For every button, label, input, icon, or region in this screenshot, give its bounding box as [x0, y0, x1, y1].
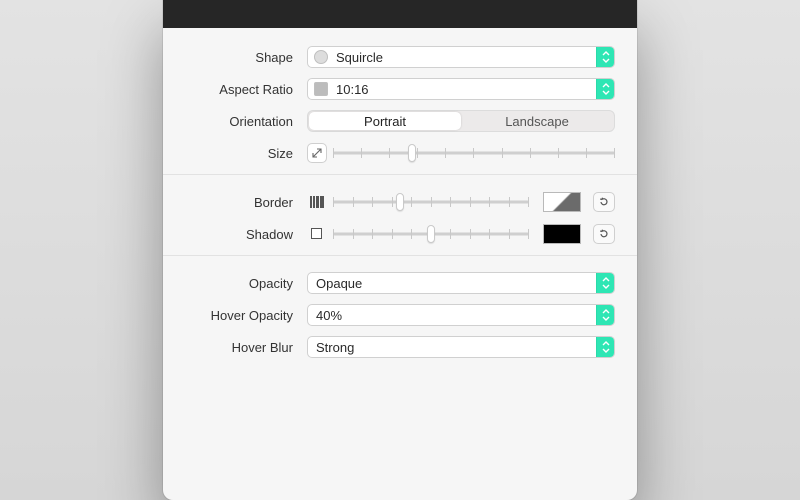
shadow-thumb[interactable]	[427, 225, 435, 243]
opacity-value: Opaque	[308, 276, 596, 291]
row-size: Size	[185, 142, 615, 164]
shadow-reset-button[interactable]	[593, 224, 615, 244]
titlebar[interactable]	[163, 0, 637, 28]
slider-ticks	[333, 148, 615, 158]
hover-opacity-stepper-icon[interactable]	[596, 304, 614, 326]
opacity-stepper-icon[interactable]	[596, 272, 614, 294]
shadow-slider[interactable]	[333, 223, 529, 245]
border-thumb[interactable]	[396, 193, 404, 211]
row-opacity: Opacity Opaque	[185, 272, 615, 294]
opacity-label: Opacity	[185, 276, 307, 291]
orientation-landscape[interactable]: Landscape	[461, 112, 613, 130]
hover-blur-value: Strong	[308, 340, 596, 355]
orientation-portrait[interactable]: Portrait	[309, 112, 461, 130]
shadow-icon[interactable]	[307, 224, 327, 244]
hover-blur-select[interactable]: Strong	[307, 336, 615, 358]
size-expand-icon[interactable]	[307, 143, 327, 163]
row-shadow: Shadow	[185, 223, 615, 245]
row-hover-opacity: Hover Opacity 40%	[185, 304, 615, 326]
size-label: Size	[185, 146, 307, 161]
row-border: Border	[185, 191, 615, 213]
shape-select[interactable]: Squircle	[307, 46, 615, 68]
border-label: Border	[185, 195, 307, 210]
size-thumb[interactable]	[408, 144, 416, 162]
shape-stepper-icon[interactable]	[596, 46, 614, 68]
settings-window: Shape Squircle Aspect Ratio 10:16	[163, 0, 637, 500]
row-hover-blur: Hover Blur Strong	[185, 336, 615, 358]
border-color-well[interactable]	[543, 192, 581, 212]
aspect-label: Aspect Ratio	[185, 82, 307, 97]
shape-swatch-icon	[314, 50, 328, 64]
aspect-stepper-icon[interactable]	[596, 78, 614, 100]
aspect-swatch-icon	[314, 82, 328, 96]
border-thickness-icon[interactable]	[307, 192, 327, 212]
hover-blur-stepper-icon[interactable]	[596, 336, 614, 358]
shape-value: Squircle	[334, 50, 596, 65]
shape-label: Shape	[185, 50, 307, 65]
aspect-value: 10:16	[334, 82, 596, 97]
opacity-select[interactable]: Opaque	[307, 272, 615, 294]
hover-opacity-label: Hover Opacity	[185, 308, 307, 323]
orientation-segmented: Portrait Landscape	[307, 110, 615, 132]
shadow-color-well[interactable]	[543, 224, 581, 244]
row-aspect: Aspect Ratio 10:16	[185, 78, 615, 100]
row-shape: Shape Squircle	[185, 46, 615, 68]
orientation-label: Orientation	[185, 114, 307, 129]
divider-2	[163, 255, 637, 256]
hover-opacity-select[interactable]: 40%	[307, 304, 615, 326]
border-slider[interactable]	[333, 191, 529, 213]
row-orientation: Orientation Portrait Landscape	[185, 110, 615, 132]
border-reset-button[interactable]	[593, 192, 615, 212]
aspect-select[interactable]: 10:16	[307, 78, 615, 100]
hover-opacity-value: 40%	[308, 308, 596, 323]
settings-content: Shape Squircle Aspect Ratio 10:16	[163, 28, 637, 388]
shadow-label: Shadow	[185, 227, 307, 242]
divider-1	[163, 174, 637, 175]
size-slider[interactable]	[333, 142, 615, 164]
hover-blur-label: Hover Blur	[185, 340, 307, 355]
